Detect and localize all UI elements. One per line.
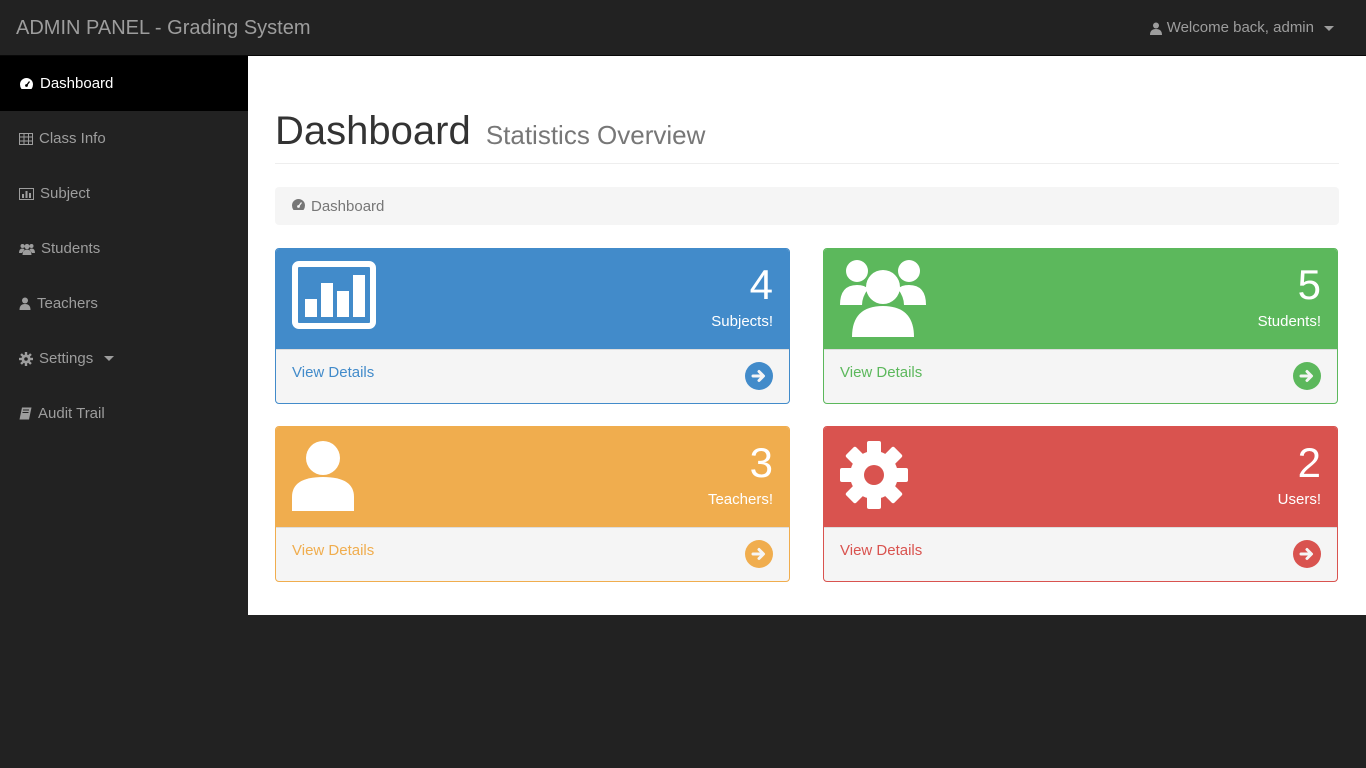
sidebar-item-label: Class Info — [39, 130, 106, 147]
students-view-details[interactable]: View Details — [824, 349, 1337, 403]
sidebar-item-label: Settings — [39, 350, 94, 367]
users-icon — [840, 259, 926, 342]
users-label: Users! — [1277, 491, 1321, 508]
user-menu-dropdown[interactable]: Welcome back, admin — [1149, 0, 1334, 56]
students-count: 5 — [1297, 261, 1321, 308]
students-panel: 5 Students! View Details — [823, 248, 1338, 404]
page-title-text: Dashboard — [275, 109, 471, 153]
panel-heading: 5 Students! — [824, 249, 1337, 349]
sidebar-item-students[interactable]: Students — [0, 221, 248, 276]
table-icon — [19, 132, 33, 145]
view-details-link[interactable]: View Details — [840, 364, 922, 381]
dashboard-icon — [19, 77, 34, 90]
user-icon — [292, 441, 354, 516]
subjects-label: Subjects! — [711, 313, 773, 330]
breadcrumb-item-dashboard: Dashboard — [311, 197, 385, 215]
main-content: Dashboard Statistics Overview Dashboard … — [248, 56, 1366, 615]
page-subtitle: Statistics Overview — [485, 120, 706, 150]
subjects-view-details[interactable]: View Details — [276, 349, 789, 403]
user-icon — [19, 297, 31, 310]
sidebar-item-dashboard[interactable]: Dashboard — [0, 56, 248, 111]
students-label: Students! — [1257, 313, 1321, 330]
bar-chart-icon — [292, 261, 376, 334]
gear-icon — [19, 351, 33, 366]
page-title: Dashboard Statistics Overview — [275, 108, 1339, 158]
view-details-link[interactable]: View Details — [292, 542, 374, 559]
sidebar-item-label: Students — [41, 240, 101, 257]
breadcrumb: Dashboard — [275, 187, 1339, 225]
caret-down-icon — [104, 356, 115, 361]
teachers-label: Teachers! — [707, 491, 773, 508]
sidebar-item-subject[interactable]: Subject — [0, 166, 248, 221]
sidebar-item-audit-trail[interactable]: Audit Trail — [0, 386, 248, 441]
sidebar-item-settings[interactable]: Settings — [0, 331, 248, 386]
arrow-circle-right-icon[interactable] — [745, 540, 773, 568]
subjects-count: 4 — [749, 261, 773, 308]
panel-heading: 2 Users! — [824, 427, 1337, 527]
sidebar: Dashboard Class Info Subject Students Te… — [0, 56, 248, 441]
page-header: Dashboard Statistics Overview — [275, 108, 1339, 164]
caret-down-icon — [1324, 25, 1334, 31]
teachers-panel: 3 Teachers! View Details — [275, 426, 790, 582]
view-details-link[interactable]: View Details — [840, 542, 922, 559]
bar-chart-icon — [19, 187, 34, 200]
arrow-circle-right-icon[interactable] — [1293, 540, 1321, 568]
sidebar-item-teachers[interactable]: Teachers — [0, 276, 248, 331]
users-view-details[interactable]: View Details — [824, 527, 1337, 581]
brand-title[interactable]: ADMIN PANEL - Grading System — [16, 0, 311, 56]
dashboard-icon — [291, 198, 306, 215]
users-icon — [19, 243, 35, 255]
sidebar-item-label: Teachers — [37, 295, 98, 312]
view-details-link[interactable]: View Details — [292, 364, 374, 381]
sidebar-item-label: Subject — [40, 185, 91, 202]
users-count: 2 — [1297, 439, 1321, 486]
arrow-circle-right-icon[interactable] — [1293, 362, 1321, 390]
sidebar-item-label: Dashboard — [40, 75, 114, 92]
teachers-count: 3 — [749, 439, 773, 486]
user-icon — [1149, 22, 1162, 35]
subjects-panel: 4 Subjects! View Details — [275, 248, 790, 404]
users-panel: 2 Users! View Details — [823, 426, 1338, 582]
panel-heading: 3 Teachers! — [276, 427, 789, 527]
user-welcome-label: Welcome back, admin — [1166, 19, 1314, 36]
panel-heading: 4 Subjects! — [276, 249, 789, 349]
sidebar-item-class-info[interactable]: Class Info — [0, 111, 248, 166]
top-navbar: ADMIN PANEL - Grading System Welcome bac… — [0, 0, 1366, 56]
arrow-circle-right-icon[interactable] — [745, 362, 773, 390]
sidebar-item-label: Audit Trail — [38, 405, 105, 422]
book-icon — [19, 407, 32, 420]
gear-icon — [840, 441, 908, 514]
teachers-view-details[interactable]: View Details — [276, 527, 789, 581]
